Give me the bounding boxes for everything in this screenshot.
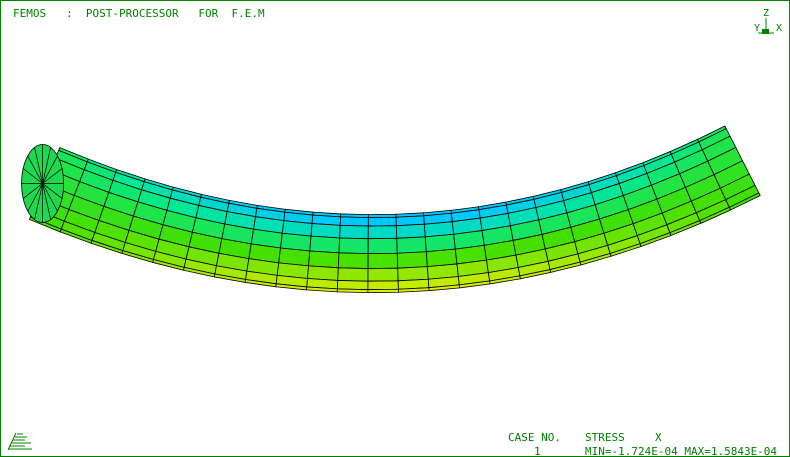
mesh-element bbox=[397, 266, 429, 282]
mesh-element bbox=[308, 250, 340, 269]
mesh-element bbox=[396, 236, 427, 254]
mesh-element bbox=[339, 224, 369, 240]
mesh-element bbox=[307, 265, 339, 281]
mesh-element bbox=[339, 216, 369, 227]
viewport[interactable]: FEMOS : POST-PROCESSOR FOR F.E.M Z Y X C… bbox=[0, 0, 790, 457]
stress-label: STRESS bbox=[585, 431, 625, 444]
stress-min-max: MIN=-1.724E-04 MAX=1.5843E-04 bbox=[585, 445, 778, 457]
case-number: 1 bbox=[534, 445, 541, 457]
mesh-element bbox=[309, 235, 341, 254]
mesh-element bbox=[367, 216, 397, 227]
mesh-element bbox=[367, 252, 399, 269]
stress-component: X bbox=[655, 431, 662, 444]
mesh-element bbox=[367, 280, 399, 291]
mesh-element bbox=[396, 251, 428, 269]
femos-logo bbox=[7, 432, 32, 451]
mesh-element bbox=[367, 237, 398, 255]
mesh-element bbox=[395, 223, 426, 239]
mesh-element bbox=[367, 288, 399, 294]
case-label: CASE NO. bbox=[508, 431, 561, 444]
mesh-element bbox=[338, 237, 369, 255]
mesh-element bbox=[336, 280, 369, 291]
mesh-element bbox=[310, 223, 341, 239]
mesh-element bbox=[336, 288, 369, 294]
mesh-element bbox=[337, 252, 369, 269]
mesh-element bbox=[337, 267, 369, 282]
mesh-element bbox=[367, 267, 399, 282]
mesh-element bbox=[367, 225, 398, 240]
tube-mesh bbox=[21, 125, 761, 294]
